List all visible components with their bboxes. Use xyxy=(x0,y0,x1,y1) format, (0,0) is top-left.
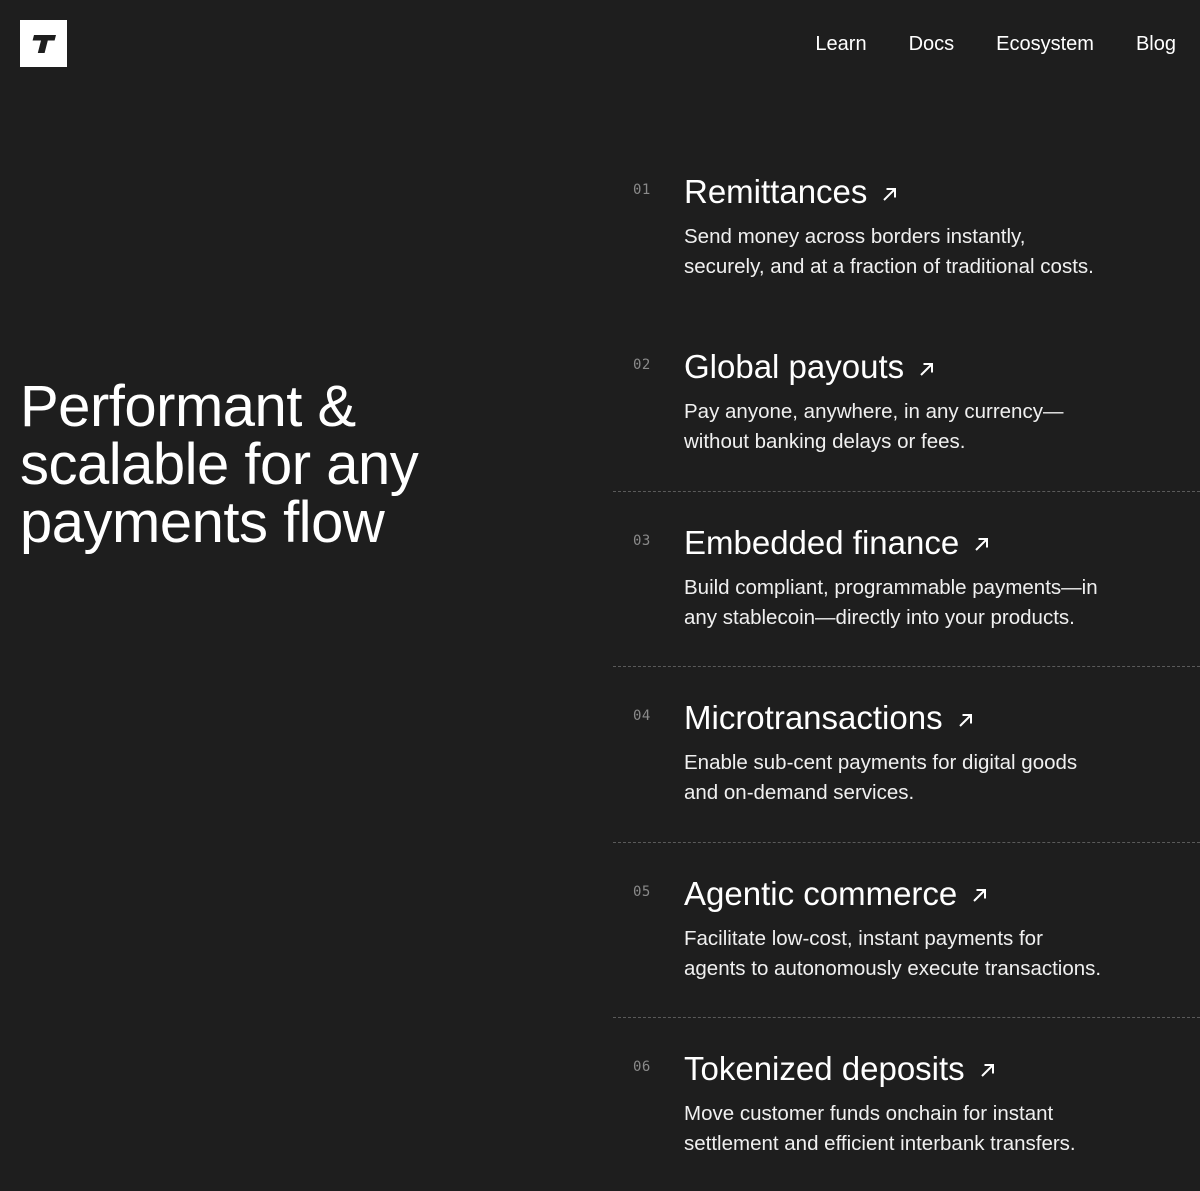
description-line: any stablecoin—directly into your produc… xyxy=(684,605,1075,629)
use-case-description: Send money across borders instantly, sec… xyxy=(684,222,1154,282)
description-line: Send money across borders instantly, xyxy=(684,225,1026,248)
description-line: Pay anyone, anywhere, in any currency— xyxy=(684,400,1064,424)
use-case-number: 05 xyxy=(633,883,651,900)
hero-title: Performant & scalable for any payments f… xyxy=(20,378,540,552)
description-line: Build compliant, programmable payments—i… xyxy=(684,575,1098,599)
nav-blog[interactable]: Blog xyxy=(1136,31,1176,57)
t-letter-logo-icon xyxy=(31,33,57,55)
use-case-number: 02 xyxy=(633,357,651,374)
hero-title-line: scalable for any xyxy=(20,432,419,497)
hero-title-line: Performant & xyxy=(20,374,356,439)
nav-learn[interactable]: Learn xyxy=(815,31,866,57)
use-case-description: Facilitate low-cost, instant payments fo… xyxy=(684,924,1154,984)
description-line: securely, and at a fraction of tradition… xyxy=(684,255,1094,278)
use-case-number: 04 xyxy=(633,708,651,725)
use-case-global-payouts[interactable]: 02 Global payouts Pay anyone, anywhere, … xyxy=(613,315,1200,490)
use-case-number: 06 xyxy=(633,1058,651,1075)
use-case-agentic-commerce[interactable]: 05 Agentic commerce Facilitate low-cost,… xyxy=(613,841,1200,1017)
arrow-up-right-icon[interactable] xyxy=(881,186,898,203)
nav-docs[interactable]: Docs xyxy=(909,31,955,57)
description-line: Facilitate low-cost, instant payments fo… xyxy=(684,926,1043,950)
use-case-number: 01 xyxy=(633,182,651,198)
description-line: Enable sub-cent payments for digital goo… xyxy=(684,751,1078,775)
use-case-remittances[interactable]: 01 Remittances Send money across borders… xyxy=(613,140,1200,315)
use-case-description: Build compliant, programmable payments—i… xyxy=(684,573,1154,633)
description-line: agents to autonomously execute transacti… xyxy=(684,956,1102,980)
use-case-title[interactable]: Global payouts xyxy=(684,349,904,385)
arrow-up-right-icon[interactable] xyxy=(979,1062,996,1079)
use-case-title[interactable]: Embedded finance xyxy=(684,524,959,561)
arrow-up-right-icon[interactable] xyxy=(918,361,935,378)
hero-title-line: payments flow xyxy=(20,490,385,555)
description-line: Move customer funds onchain for instant xyxy=(684,1101,1054,1125)
use-case-title[interactable]: Remittances xyxy=(684,174,867,210)
arrow-up-right-icon[interactable] xyxy=(957,712,974,729)
main-nav: Learn Docs Ecosystem Blog xyxy=(815,31,1176,57)
use-case-tokenized-deposits[interactable]: 06 Tokenized deposits Move customer fund… xyxy=(613,1016,1200,1191)
use-case-description: Pay anyone, anywhere, in any currency— w… xyxy=(684,397,1154,457)
use-case-number: 03 xyxy=(633,532,651,549)
description-line: settlement and efficient interbank trans… xyxy=(684,1131,1076,1155)
arrow-up-right-icon[interactable] xyxy=(971,887,988,904)
use-case-description: Enable sub-cent payments for digital goo… xyxy=(684,748,1154,808)
use-case-list: 01 Remittances Send money across borders… xyxy=(613,140,1200,1191)
arrow-up-right-icon[interactable] xyxy=(973,536,990,553)
use-case-embedded-finance[interactable]: 03 Embedded finance Build compliant, pro… xyxy=(613,490,1200,666)
description-line: and on-demand services. xyxy=(684,781,915,805)
home-logo-link[interactable] xyxy=(20,20,67,67)
description-line: without banking delays or fees. xyxy=(684,430,966,454)
use-case-microtransactions[interactable]: 04 Microtransactions Enable sub-cent pay… xyxy=(613,666,1200,841)
use-case-description: Move customer funds onchain for instant … xyxy=(684,1099,1154,1159)
nav-ecosystem[interactable]: Ecosystem xyxy=(996,31,1094,57)
use-case-title[interactable]: Tokenized deposits xyxy=(684,1050,965,1087)
use-case-title[interactable]: Agentic commerce xyxy=(684,875,957,912)
use-case-title[interactable]: Microtransactions xyxy=(684,700,943,736)
